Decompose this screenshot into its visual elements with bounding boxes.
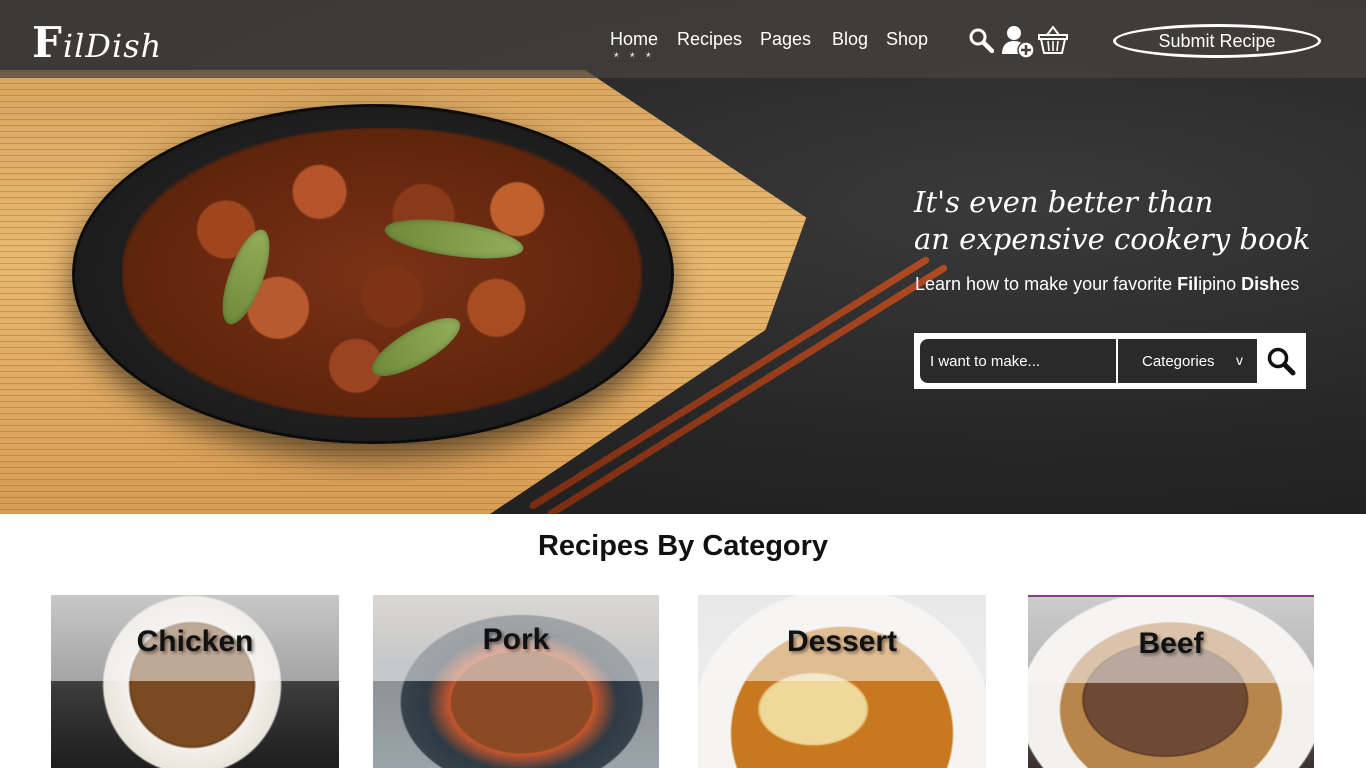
nav-search-button[interactable] xyxy=(968,27,995,58)
nav-shop[interactable]: Shop xyxy=(886,29,928,50)
tagline-line-1: It's even better than xyxy=(914,185,1214,219)
section-title: Recipes By Category xyxy=(537,530,829,562)
category-label: Dessert xyxy=(786,625,898,658)
site-logo[interactable]: FilDish xyxy=(32,18,162,67)
chevron-down-icon: v xyxy=(1236,352,1243,368)
hero-subline: Learn how to make your favorite Filipino… xyxy=(915,274,1299,295)
subline-dish: Dish xyxy=(1241,274,1281,294)
subline-es: es xyxy=(1280,274,1300,294)
hero-tagline: It's even better than an expensive cooke… xyxy=(914,184,1310,258)
category-label: Chicken xyxy=(136,625,254,658)
nav-cart-button[interactable] xyxy=(1037,25,1069,60)
category-card-dessert[interactable]: Dessert xyxy=(698,595,986,768)
basket-icon xyxy=(1038,25,1068,54)
nav-blog[interactable]: Blog xyxy=(832,29,868,50)
nav-pages[interactable]: Pages xyxy=(760,29,811,50)
search-icon xyxy=(969,28,995,54)
subline-ipino: ipino xyxy=(1198,274,1242,294)
category-card-chicken[interactable]: Chicken xyxy=(51,595,339,768)
category-label: Pork xyxy=(482,623,550,656)
category-select-label: Categories xyxy=(1142,352,1215,370)
subline-fil: Fil xyxy=(1177,274,1199,294)
logo-text: ilDish xyxy=(62,27,163,65)
nav-recipes[interactable]: Recipes xyxy=(677,29,742,50)
category-select[interactable]: Categories v xyxy=(1116,337,1259,385)
category-label: Beef xyxy=(1138,627,1204,660)
active-nav-marker: * * * xyxy=(614,50,655,64)
subline-text: Learn how to make your favorite xyxy=(915,274,1178,294)
category-card-beef[interactable]: Beef xyxy=(1028,595,1314,768)
nav-home[interactable]: Home xyxy=(610,29,658,50)
search-button[interactable] xyxy=(1259,337,1302,385)
search-input[interactable] xyxy=(918,337,1124,385)
category-card-pork[interactable]: Pork xyxy=(373,595,659,768)
logo-initial: F xyxy=(32,18,63,67)
nav-account-button[interactable] xyxy=(1000,24,1036,65)
user-add-icon xyxy=(1002,26,1035,59)
submit-recipe-button[interactable]: Submit Recipe xyxy=(1113,24,1321,58)
search-icon xyxy=(1267,347,1295,376)
top-navbar: FilDish Home * * * Recipes Pages Blog Sh… xyxy=(0,0,1366,78)
recipe-search-box: Categories v xyxy=(914,333,1306,389)
tagline-line-2: an expensive cookery book xyxy=(914,222,1311,256)
